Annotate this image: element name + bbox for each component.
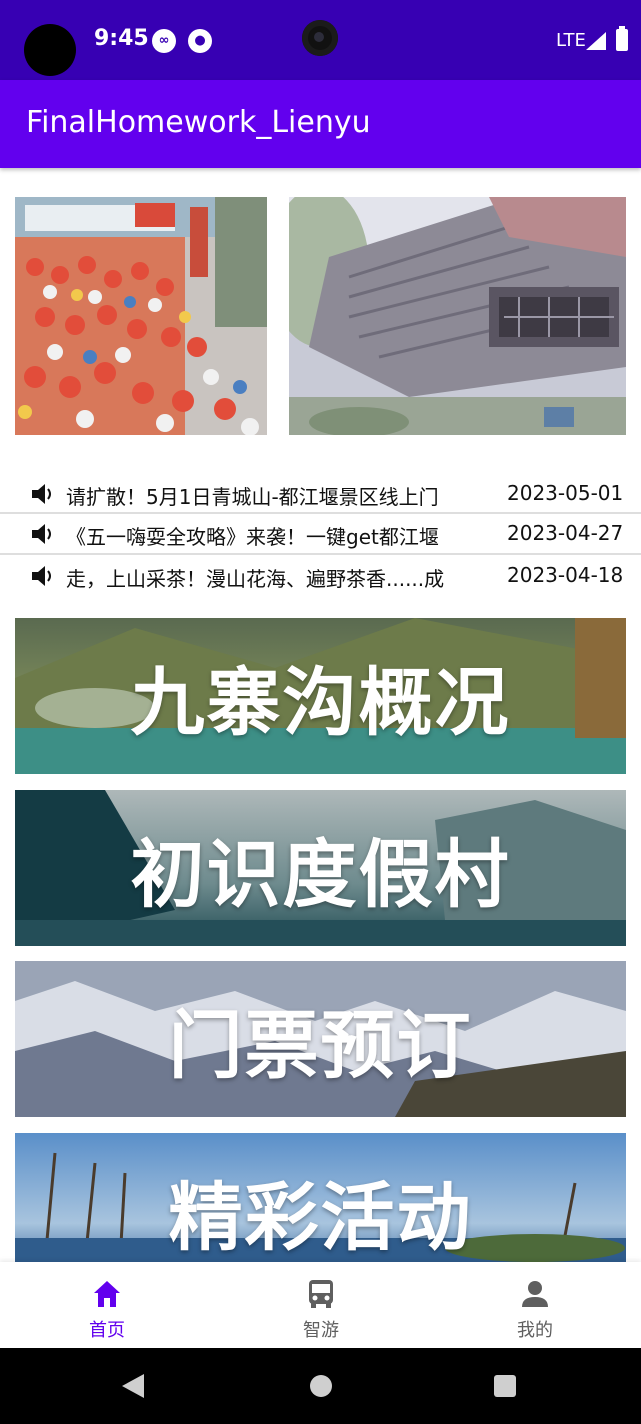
- feature-tickets-banner[interactable]: 门票预订: [15, 961, 626, 1117]
- bus-icon: [309, 1280, 333, 1308]
- feature-label: 精彩活动: [168, 1174, 473, 1261]
- bottom-navigation: 首页 智游 我的: [0, 1262, 641, 1348]
- network-type: LTE: [556, 30, 586, 51]
- news-date: 2023-05-01: [507, 481, 624, 505]
- speaker-icon: [32, 566, 51, 586]
- system-navigation-bar: [0, 1348, 641, 1424]
- recents-icon[interactable]: [494, 1375, 516, 1397]
- person-icon: [522, 1281, 548, 1307]
- speaker-icon: [32, 524, 51, 544]
- news-item[interactable]: 走，上山采茶！漫山花海、遍野茶香......成 2023-04-18: [0, 557, 641, 595]
- infinity-icon: ∞: [152, 29, 176, 53]
- feature-label: 初识度假村: [130, 831, 511, 918]
- nav-tour[interactable]: 智游: [214, 1262, 428, 1348]
- notification-icon: ●: [188, 29, 212, 53]
- feature-activities-banner[interactable]: 精彩活动: [15, 1133, 626, 1262]
- feature-resort-banner[interactable]: 初识度假村: [15, 790, 626, 946]
- home-icon: [94, 1281, 120, 1307]
- news-date: 2023-04-27: [507, 521, 624, 545]
- status-bar: 9:45 ∞ ● LTE: [0, 0, 641, 80]
- news-item[interactable]: 请扩散！5月1日青城山-都江堰景区线上门 2023-05-01: [0, 475, 641, 513]
- app-bar: FinalHomework_Lienyu: [0, 80, 641, 168]
- news-title: 请扩散！5月1日青城山-都江堰景区线上门: [66, 485, 439, 509]
- news-date: 2023-04-18: [507, 563, 624, 587]
- feature-label: 九寨沟概况: [130, 659, 511, 746]
- nav-home[interactable]: 首页: [0, 1262, 214, 1348]
- divider: [0, 512, 641, 514]
- front-camera: [302, 20, 338, 56]
- battery-icon: [616, 26, 628, 51]
- back-icon[interactable]: [122, 1374, 144, 1398]
- signal-icon: [586, 32, 606, 50]
- nav-label: 智游: [303, 1320, 339, 1341]
- news-title: 走，上山采茶！漫山花海、遍野茶香......成: [66, 567, 445, 591]
- app-title: FinalHomework_Lienyu: [26, 105, 371, 140]
- news-item[interactable]: 《五一嗨耍全攻略》来袭！一键get都江堰 2023-04-27: [0, 515, 641, 553]
- feature-label: 门票预订: [168, 1002, 473, 1089]
- camera-cutout: [24, 24, 76, 76]
- status-time: 9:45: [94, 26, 149, 51]
- nav-profile[interactable]: 我的: [428, 1262, 641, 1348]
- home-circle-icon[interactable]: [310, 1375, 332, 1397]
- divider: [0, 553, 641, 555]
- nav-label: 我的: [517, 1320, 553, 1341]
- speaker-icon: [32, 484, 51, 504]
- marathon-photo[interactable]: [15, 197, 267, 435]
- nav-label: 首页: [89, 1320, 125, 1341]
- news-title: 《五一嗨耍全攻略》来袭！一键get都江堰: [66, 525, 439, 549]
- feature-overview-banner[interactable]: 九寨沟概况: [15, 618, 626, 774]
- temple-photo[interactable]: [289, 197, 626, 435]
